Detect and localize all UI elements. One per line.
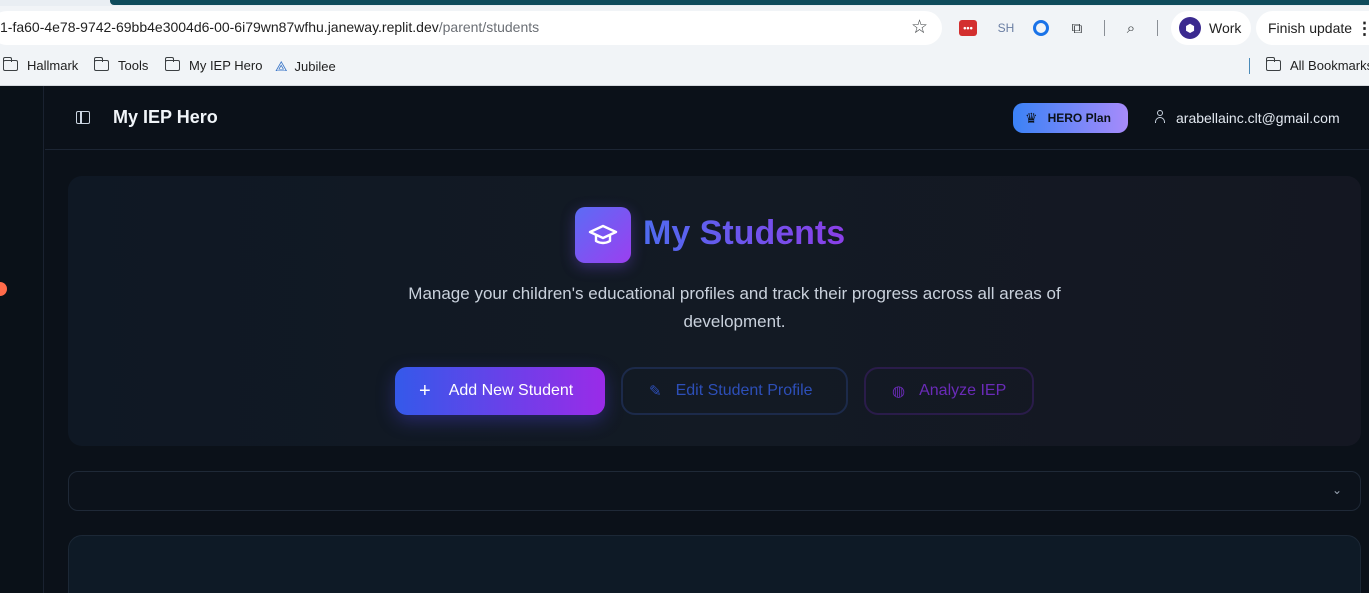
folder-icon: [164, 57, 180, 71]
bookmarks-bar: Hallmark Tools My IEP Hero ⟁ Jubilee All…: [0, 50, 1369, 86]
user-icon: [1155, 110, 1165, 123]
page-title: My Students: [643, 214, 846, 252]
sidebar-toggle-icon[interactable]: [76, 111, 90, 124]
all-bookmarks-label: All Bookmarks: [1290, 58, 1369, 73]
app-header: My IEP Hero ♛ HERO Plan arabellainc.clt@…: [45, 86, 1369, 150]
address-bar[interactable]: 1-fa60-4e78-9742-69bb4e3004d6-00-6i79wn8…: [0, 11, 942, 45]
browser-toolbar: 1-fa60-4e78-9742-69bb4e3004d6-00-6i79wn8…: [0, 6, 1369, 50]
password-manager-extension-icon[interactable]: •••: [959, 20, 977, 36]
url-host: 1-fa60-4e78-9742-69bb4e3004d6-00-6i79wn8…: [0, 19, 439, 35]
c-extension-icon[interactable]: [1031, 17, 1051, 39]
plus-icon: +: [419, 379, 431, 402]
bookmark-my-iep-hero[interactable]: My IEP Hero: [164, 57, 263, 73]
page-search-icon[interactable]: ⌕: [1120, 17, 1142, 39]
url-text[interactable]: 1-fa60-4e78-9742-69bb4e3004d6-00-6i79wn8…: [0, 19, 539, 35]
folder-icon: [2, 57, 18, 71]
edit-student-profile-label: Edit Student Profile: [675, 382, 813, 399]
edit-student-profile-button[interactable]: ✎ Edit Student Profile: [621, 367, 848, 415]
page-description: Manage your children's educational profi…: [408, 284, 1061, 331]
profile-label: Work: [1209, 20, 1242, 36]
user-email[interactable]: arabellainc.clt@gmail.com: [1176, 110, 1340, 126]
bookmark-star-icon[interactable]: ☆: [911, 16, 928, 39]
graduation-cap-icon: [575, 207, 631, 263]
finish-update-button[interactable]: Finish update: [1256, 11, 1369, 45]
bookmark-label: Hallmark: [27, 58, 79, 73]
bookmark-label: My IEP Hero: [189, 58, 263, 73]
bookmark-label: Jubilee: [294, 59, 336, 74]
toolbar-divider: [1104, 20, 1105, 36]
jubilee-icon: ⟁: [275, 58, 288, 74]
student-select[interactable]: ⌄: [68, 471, 1361, 511]
analyze-iep-button[interactable]: ◍ Analyze IEP: [864, 367, 1034, 415]
plan-badge-label: HERO Plan: [1047, 111, 1111, 125]
app-viewport: My IEP Hero ♛ HERO Plan arabellainc.clt@…: [0, 86, 1369, 593]
sidebar-rail: [0, 86, 44, 593]
plan-badge[interactable]: ♛ HERO Plan: [1013, 103, 1128, 133]
bookmark-tools[interactable]: Tools: [93, 57, 149, 73]
chevron-down-icon: ⌄: [1331, 483, 1342, 497]
bookmark-hallmark[interactable]: Hallmark: [2, 57, 79, 73]
student-content-card: [68, 535, 1361, 593]
edit-icon: ✎: [649, 383, 662, 400]
profile-button[interactable]: ⬢ Work: [1171, 11, 1251, 45]
extensions-puzzle-icon[interactable]: ⧉: [1066, 17, 1088, 39]
app-title: My IEP Hero: [113, 107, 218, 127]
sh-extension-icon[interactable]: SH: [995, 17, 1017, 39]
all-bookmarks-button[interactable]: All Bookmarks: [1265, 57, 1369, 73]
bookmark-label: Tools: [118, 58, 149, 73]
active-tab-indicator: [110, 0, 1369, 5]
bookmarks-divider: [1249, 58, 1250, 74]
folder-icon: [1265, 57, 1281, 71]
url-path: /parent/students: [438, 19, 540, 35]
crown-icon: ♛: [1025, 109, 1038, 126]
folder-icon: [93, 57, 109, 71]
add-student-button[interactable]: + Add New Student: [395, 367, 605, 415]
hero-card: My Students Manage your children's educa…: [68, 176, 1361, 446]
profile-avatar-icon: ⬢: [1179, 17, 1201, 39]
add-student-label: Add New Student: [448, 382, 574, 399]
brain-icon: ◍: [892, 383, 906, 400]
toolbar-divider: [1157, 20, 1158, 36]
bookmark-jubilee[interactable]: ⟁ Jubilee: [275, 58, 336, 75]
browser-menu-icon[interactable]: ⋮: [1356, 19, 1369, 39]
analyze-iep-label: Analyze IEP: [919, 382, 1007, 399]
